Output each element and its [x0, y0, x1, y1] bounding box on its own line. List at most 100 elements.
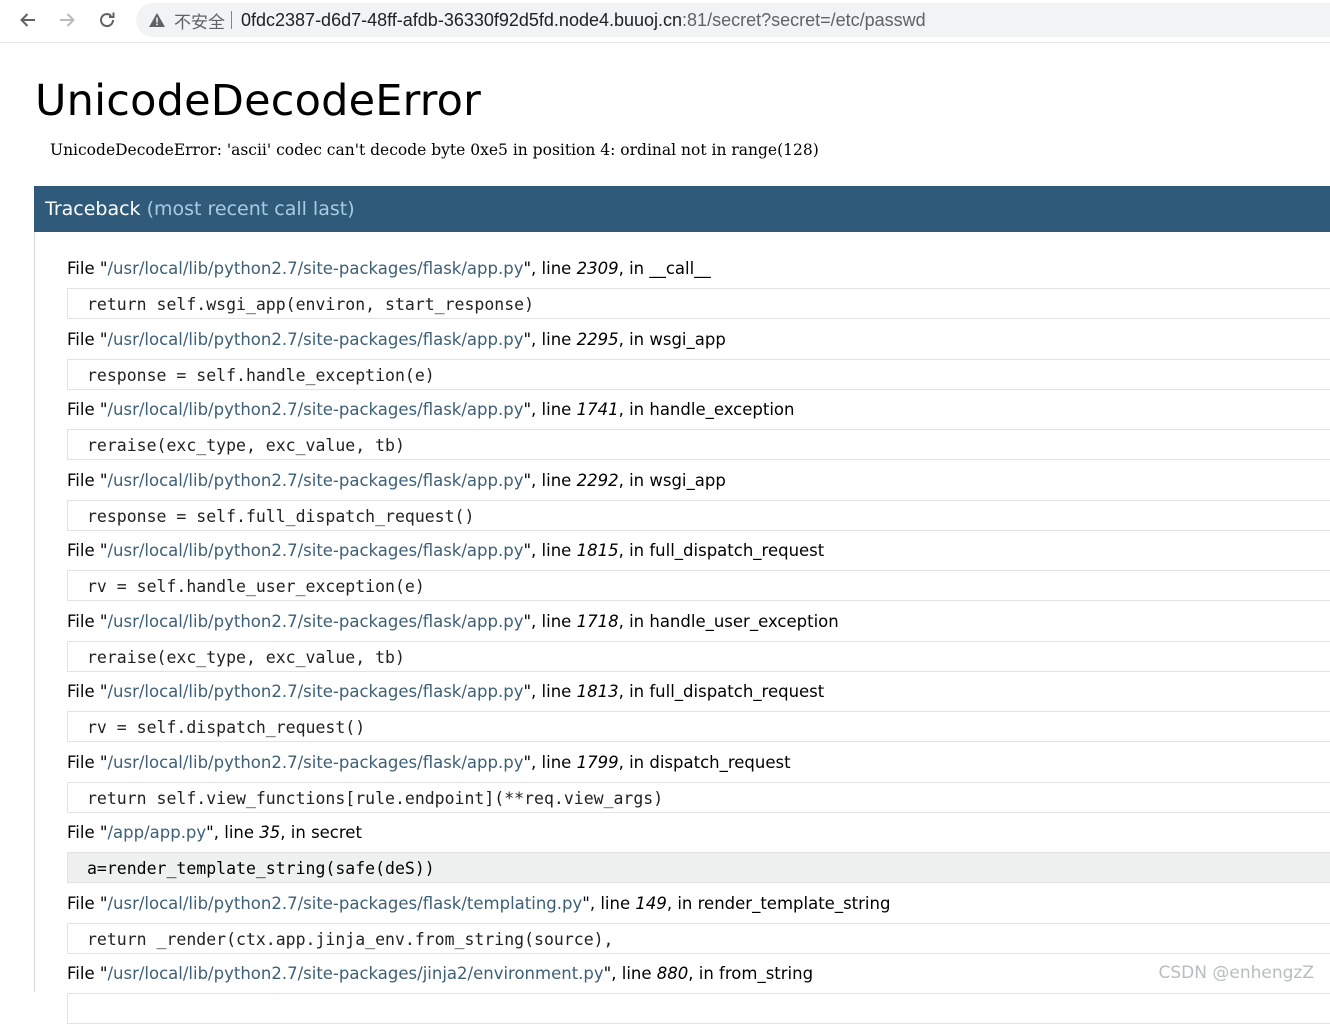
frame-in-label: , in [618, 612, 650, 631]
frame-source-line[interactable]: rv = self.dispatch_request() [67, 711, 1330, 742]
traceback-frame: File "/usr/local/lib/python2.7/site-pack… [67, 893, 1330, 954]
frame-line-number: 2292 [576, 471, 619, 490]
security-label[interactable]: 不安全 [174, 8, 225, 33]
frame-function-name: handle_exception [649, 400, 795, 419]
frame-in-label: , in [666, 894, 698, 913]
frame-filename: /usr/local/lib/python2.7/site-packages/f… [107, 682, 524, 701]
frame-line-label: ", line [523, 612, 577, 631]
frame-in-label: , in [618, 682, 650, 701]
frame-in-label: , in [618, 541, 650, 560]
traceback-frame: File "/usr/local/lib/python2.7/site-pack… [67, 258, 1330, 319]
frame-in-label: , in [618, 330, 650, 349]
url-text[interactable]: 0fdc2387-d6d7-48ff-afdb-36330f92d5fd.nod… [241, 10, 926, 31]
frame-filename: /usr/local/lib/python2.7/site-packages/f… [107, 541, 524, 560]
frame-in-label: , in [618, 259, 650, 278]
frame-filename: /usr/local/lib/python2.7/site-packages/f… [107, 894, 583, 913]
traceback-frame: File "/usr/local/lib/python2.7/site-pack… [67, 329, 1330, 390]
frame-filename: /usr/local/lib/python2.7/site-packages/j… [107, 964, 604, 983]
frame-source-line[interactable] [67, 993, 1330, 1024]
back-arrow-icon [20, 13, 35, 27]
frame-file-label: File " [67, 964, 108, 983]
frame-function-name: from_string [719, 964, 814, 983]
traceback-frame: File "/usr/local/lib/python2.7/site-pack… [67, 752, 1330, 813]
frame-source-line[interactable]: rv = self.handle_user_exception(e) [67, 570, 1330, 601]
frame-location: File "/usr/local/lib/python2.7/site-pack… [67, 893, 1330, 915]
forward-arrow-icon [60, 13, 75, 27]
url-path: :81/secret?secret=/etc/passwd [682, 9, 926, 30]
forward-button[interactable] [51, 5, 83, 35]
frame-line-number: 1813 [576, 682, 619, 701]
frame-file-label: File " [67, 612, 108, 631]
frame-function-name: dispatch_request [649, 753, 791, 772]
frame-line-label: ", line [523, 471, 577, 490]
frame-in-label: , in [618, 753, 650, 772]
frame-line-label: ", line [523, 259, 577, 278]
frame-in-label: , in [280, 823, 312, 842]
frame-line-label: ", line [523, 753, 577, 772]
frame-function-name: secret [311, 823, 362, 842]
frame-source-line[interactable]: return self.view_functions[rule.endpoint… [67, 782, 1330, 813]
frame-function-name: handle_user_exception [649, 612, 839, 631]
frame-source-line[interactable]: reraise(exc_type, exc_value, tb) [67, 641, 1330, 672]
address-bar[interactable]: 不安全 0fdc2387-d6d7-48ff-afdb-36330f92d5fd… [136, 3, 1330, 37]
frame-location: File "/usr/local/lib/python2.7/site-pack… [67, 540, 1330, 562]
frame-location: File "/usr/local/lib/python2.7/site-pack… [67, 963, 1330, 985]
frame-file-label: File " [67, 471, 108, 490]
frame-filename: /usr/local/lib/python2.7/site-packages/f… [107, 471, 524, 490]
frame-filename: /usr/local/lib/python2.7/site-packages/f… [107, 400, 524, 419]
frame-filename: /app/app.py [107, 823, 207, 842]
frame-line-number: 2295 [576, 330, 619, 349]
frame-line-number: 880 [656, 964, 689, 983]
frame-line-label: ", line [582, 894, 636, 913]
frame-filename: /usr/local/lib/python2.7/site-packages/f… [107, 612, 524, 631]
frame-file-label: File " [67, 894, 108, 913]
back-button[interactable] [12, 5, 44, 35]
traceback-frame: File "/usr/local/lib/python2.7/site-pack… [67, 611, 1330, 672]
frame-source-line[interactable]: response = self.handle_exception(e) [67, 359, 1330, 390]
frame-function-name: full_dispatch_request [649, 541, 825, 560]
frame-location: File "/usr/local/lib/python2.7/site-pack… [67, 329, 1330, 351]
page-title: UnicodeDecodeError [35, 76, 482, 126]
frame-line-label: ", line [603, 964, 657, 983]
frame-function-name: wsgi_app [649, 471, 726, 490]
frame-source-line[interactable]: return self.wsgi_app(environ, start_resp… [67, 288, 1330, 319]
traceback-frame: File "/usr/local/lib/python2.7/site-pack… [67, 399, 1330, 460]
frame-line-number: 149 [635, 894, 667, 913]
traceback-body: File "/usr/local/lib/python2.7/site-pack… [34, 232, 1330, 1024]
url-host: 0fdc2387-d6d7-48ff-afdb-36330f92d5fd.nod… [241, 9, 683, 30]
not-secure-warning-icon[interactable] [148, 11, 166, 29]
traceback-frame: File "/usr/local/lib/python2.7/site-pack… [67, 681, 1330, 742]
frame-file-label: File " [67, 400, 108, 419]
traceback-label: Traceback [45, 198, 141, 220]
watermark: CSDN @enhengzZ [1158, 963, 1314, 983]
frame-location: File "/usr/local/lib/python2.7/site-pack… [67, 258, 1330, 280]
frame-line-number: 1799 [576, 753, 619, 772]
traceback-hint: (most recent call last) [146, 198, 355, 220]
frame-location: File "/app/app.py", line 35, in secret [67, 822, 1330, 844]
frame-line-number: 2309 [576, 259, 619, 278]
frame-line-label: ", line [523, 682, 577, 701]
traceback-frame: File "/usr/local/lib/python2.7/site-pack… [67, 963, 1330, 1024]
frame-file-label: File " [67, 541, 108, 560]
error-message: UnicodeDecodeError: 'ascii' codec can't … [50, 141, 819, 159]
frame-source-line[interactable]: return _render(ctx.app.jinja_env.from_st… [67, 923, 1330, 954]
frame-file-label: File " [67, 823, 108, 842]
traceback-frame: File "/app/app.py", line 35, in secret a=… [67, 822, 1330, 883]
traceback-frame: File "/usr/local/lib/python2.7/site-pack… [67, 470, 1330, 531]
frame-source-line[interactable]: a=render_template_string(safe(deS)) [67, 852, 1330, 883]
frame-location: File "/usr/local/lib/python2.7/site-pack… [67, 681, 1330, 703]
frame-source-line[interactable]: response = self.full_dispatch_request() [67, 500, 1330, 531]
reload-button[interactable] [91, 5, 123, 35]
frame-line-label: ", line [523, 330, 577, 349]
frame-line-label: ", line [523, 541, 577, 560]
frame-filename: /usr/local/lib/python2.7/site-packages/f… [107, 330, 524, 349]
frame-in-label: , in [618, 400, 650, 419]
frame-file-label: File " [67, 330, 108, 349]
frame-source-line[interactable]: reraise(exc_type, exc_value, tb) [67, 429, 1330, 460]
frame-function-name: wsgi_app [649, 330, 726, 349]
browser-toolbar: 不安全 0fdc2387-d6d7-48ff-afdb-36330f92d5fd… [0, 0, 1330, 43]
frame-file-label: File " [67, 259, 108, 278]
frame-location: File "/usr/local/lib/python2.7/site-pack… [67, 752, 1330, 774]
frame-line-number: 1718 [576, 612, 619, 631]
frame-line-number: 1815 [576, 541, 619, 560]
